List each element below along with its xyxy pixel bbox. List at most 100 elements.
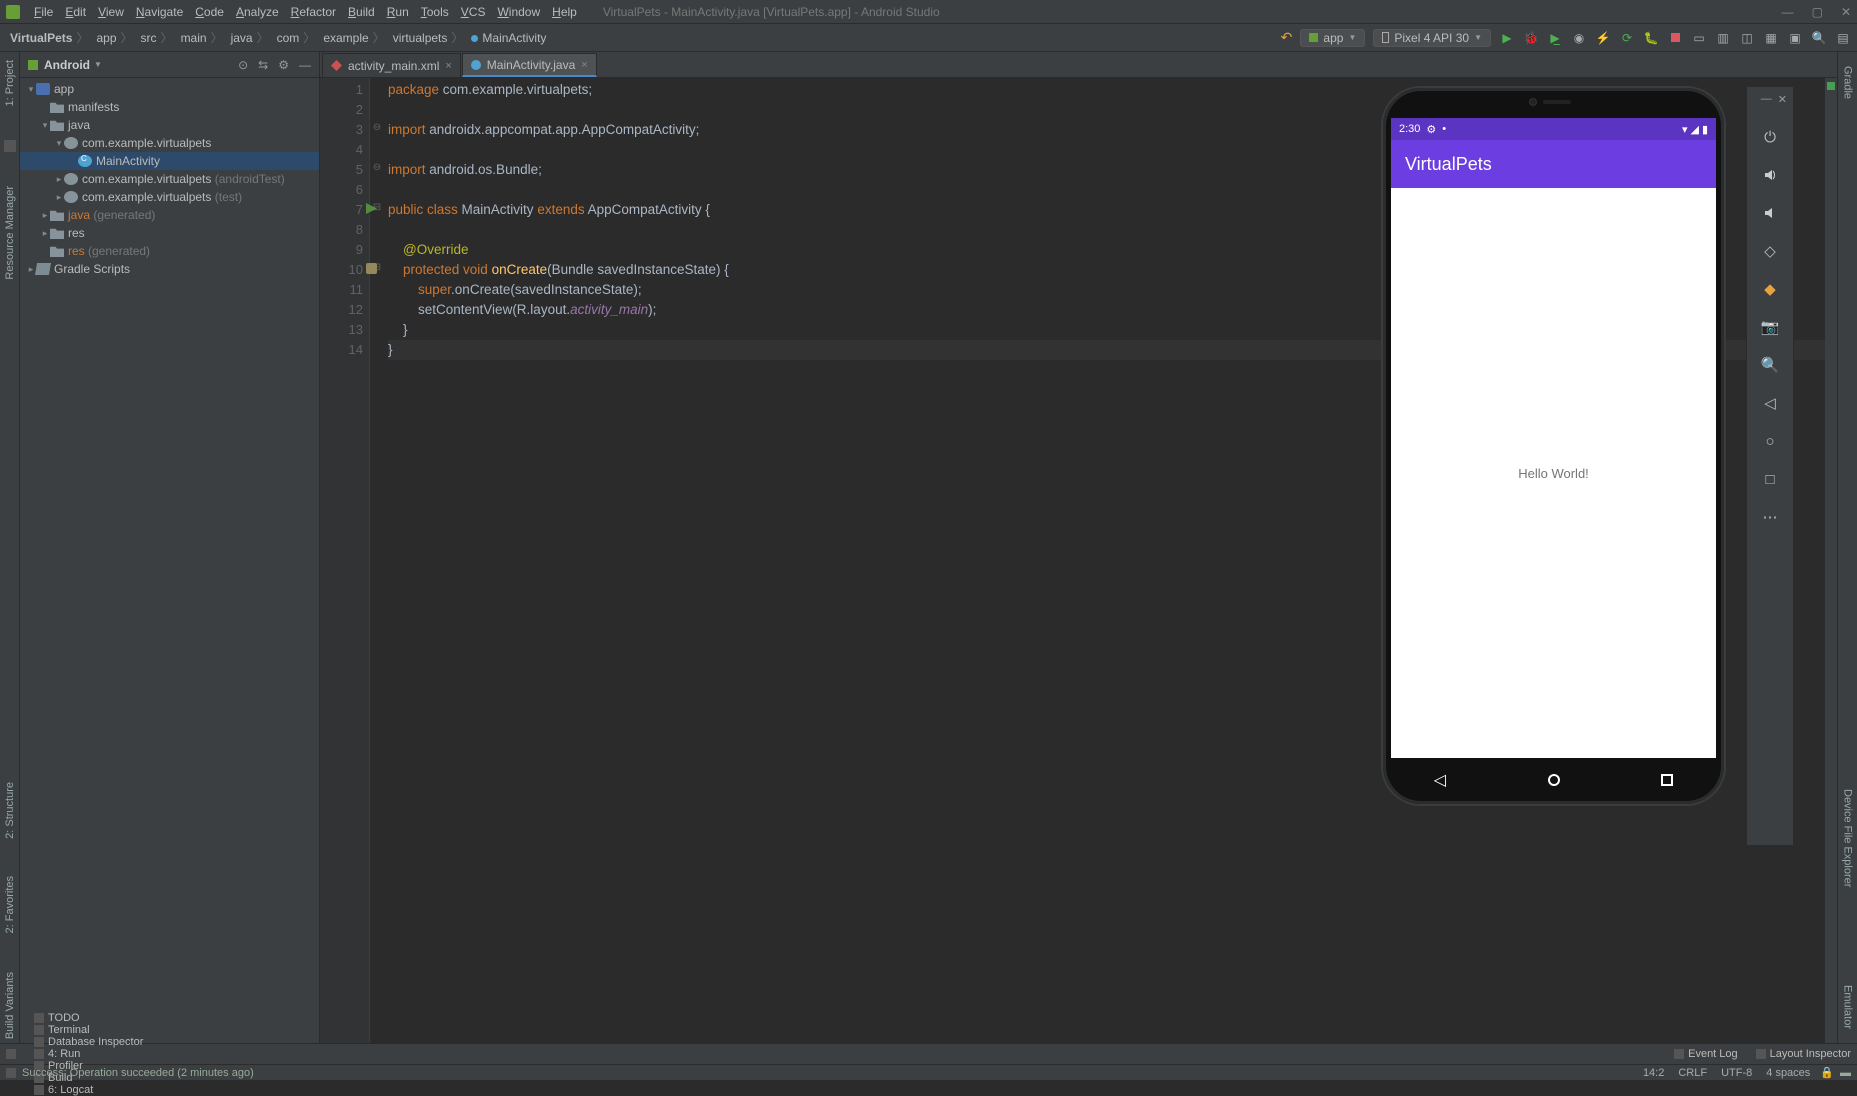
menu-navigate[interactable]: Navigate	[130, 5, 189, 19]
breadcrumb-example[interactable]: example	[319, 31, 388, 45]
tree-node-mainactivity[interactable]: MainActivity	[20, 152, 319, 170]
status-4-spaces[interactable]: 4 spaces	[1766, 1067, 1810, 1079]
tree-node-app[interactable]: app	[20, 80, 319, 98]
tree-node-java[interactable]: java (generated)	[20, 206, 319, 224]
tool-6--logcat[interactable]: 6: Logcat	[34, 1084, 143, 1096]
emulator-screen[interactable]: 2:30 ⚙ • ▾ ◢ ▮ VirtualPets Hello World!	[1391, 118, 1716, 758]
menu-view[interactable]: View	[92, 5, 130, 19]
run-button[interactable]: ▶	[1499, 30, 1515, 46]
resource-manager-tool-tab[interactable]: Resource Manager	[4, 182, 16, 284]
android-recents-button[interactable]	[1661, 774, 1673, 786]
breadcrumb-virtualpets[interactable]: VirtualPets	[6, 31, 93, 45]
settings-button[interactable]: ▤	[1835, 30, 1851, 46]
menu-file[interactable]: File	[28, 5, 59, 19]
avd-manager-button[interactable]: ▭	[1691, 30, 1707, 46]
maximize-icon[interactable]: ▢	[1812, 5, 1823, 19]
tool-4--run[interactable]: 4: Run	[34, 1048, 143, 1060]
close-icon[interactable]: ✕	[1841, 5, 1851, 19]
favorites-tab[interactable]: 2: Favorites	[4, 872, 16, 937]
tree-node-com-example-virtualpets[interactable]: com.example.virtualpets (androidTest)	[20, 170, 319, 188]
profiler-button[interactable]: ◉	[1571, 30, 1587, 46]
debug-button[interactable]: 🐞	[1523, 30, 1539, 46]
breadcrumb-app[interactable]: app	[93, 31, 137, 45]
status-14-2[interactable]: 14:2	[1643, 1067, 1664, 1079]
emulator-close-icon[interactable]: ✕	[1778, 93, 1787, 106]
menu-tools[interactable]: Tools	[415, 5, 455, 19]
tree-node-manifests[interactable]: manifests	[20, 98, 319, 116]
overview-icon[interactable]: □	[1759, 468, 1781, 490]
project-tree[interactable]: appmanifestsjavacom.example.virtualpetsM…	[20, 78, 319, 1043]
line-number-gutter[interactable]: 1234567891011121314	[320, 78, 370, 1043]
rotate-left-icon[interactable]: ◇	[1759, 240, 1781, 262]
run-config-selector[interactable]: app ▼	[1300, 29, 1365, 47]
close-tab-icon[interactable]: ×	[445, 60, 451, 72]
power-icon[interactable]: ⏻	[1759, 126, 1781, 148]
breadcrumb-com[interactable]: com	[273, 31, 320, 45]
tree-node-res[interactable]: res	[20, 224, 319, 242]
emulator-minimize-icon[interactable]: —	[1761, 93, 1772, 106]
status-crlf[interactable]: CRLF	[1678, 1067, 1707, 1079]
tree-node-res[interactable]: res (generated)	[20, 242, 319, 260]
minimize-icon[interactable]: —	[1782, 5, 1794, 19]
volume-down-icon[interactable]	[1759, 202, 1781, 224]
menu-edit[interactable]: Edit	[59, 5, 92, 19]
sdk-manager-button[interactable]: ▥	[1715, 30, 1731, 46]
structure-tab[interactable]: 2: Structure	[4, 778, 16, 843]
apply-changes-button[interactable]: ⚡	[1595, 30, 1611, 46]
tree-node-gradle scripts[interactable]: Gradle Scripts	[20, 260, 319, 278]
tree-node-java[interactable]: java	[20, 116, 319, 134]
tree-node-com-example-virtualpets[interactable]: com.example.virtualpets (test)	[20, 188, 319, 206]
menu-analyze[interactable]: Analyze	[230, 5, 285, 19]
android-back-button[interactable]: ◁	[1434, 770, 1446, 790]
volume-up-icon[interactable]	[1759, 164, 1781, 186]
resource-manager-button[interactable]: ◫	[1739, 30, 1755, 46]
zoom-icon[interactable]: 🔍	[1759, 354, 1781, 376]
editor-tab-activity_main-xml[interactable]: activity_main.xml×	[322, 53, 461, 77]
search-everywhere-button[interactable]: 🔍	[1811, 30, 1827, 46]
status-utf-8[interactable]: UTF-8	[1721, 1067, 1752, 1079]
breadcrumb-virtualpets[interactable]: virtualpets	[389, 31, 468, 45]
tool-terminal[interactable]: Terminal	[34, 1024, 143, 1036]
apply-code-button[interactable]: ⟳	[1619, 30, 1635, 46]
settings-gear-icon[interactable]: ⚙	[278, 58, 289, 72]
attach-debugger-button[interactable]: 🐛	[1643, 30, 1659, 46]
menu-help[interactable]: Help	[546, 5, 583, 19]
tree-node-com-example-virtualpets[interactable]: com.example.virtualpets	[20, 134, 319, 152]
menu-build[interactable]: Build	[342, 5, 381, 19]
tool-windows-icon[interactable]	[6, 1049, 16, 1059]
back-icon[interactable]: ◁	[1759, 392, 1781, 414]
lock-icon[interactable]: 🔒	[1820, 1066, 1834, 1079]
menu-vcs[interactable]: VCS	[455, 5, 492, 19]
build-variants-tab[interactable]: Build Variants	[4, 968, 16, 1043]
structure-tool-icon[interactable]	[4, 140, 16, 152]
memory-indicator-icon[interactable]: ▬	[1840, 1067, 1851, 1079]
project-tool-tab[interactable]: 1: Project	[4, 56, 16, 110]
emulator-tab[interactable]: Emulator	[1842, 981, 1854, 1033]
breadcrumb-src[interactable]: src	[137, 31, 177, 45]
breadcrumb-java[interactable]: java	[227, 31, 273, 45]
tool-layout-inspector[interactable]: Layout Inspector	[1756, 1048, 1851, 1060]
tool-database-inspector[interactable]: Database Inspector	[34, 1036, 143, 1048]
editor-tab-mainactivity-java[interactable]: MainActivity.java×	[462, 53, 597, 77]
coverage-button[interactable]: ▶̲	[1547, 30, 1563, 46]
home-icon[interactable]: ○	[1759, 430, 1781, 452]
menu-refactor[interactable]: Refactor	[285, 5, 342, 19]
more-icon[interactable]: ⋯	[1759, 506, 1781, 528]
menu-window[interactable]: Window	[491, 5, 546, 19]
tool-event-log[interactable]: Event Log	[1674, 1048, 1738, 1060]
breadcrumb-main[interactable]: main	[177, 31, 227, 45]
breadcrumb-mainactivity[interactable]: MainActivity	[467, 31, 554, 45]
device-selector[interactable]: Pixel 4 API 30 ▼	[1373, 29, 1491, 47]
gradle-tool-tab[interactable]: Gradle	[1842, 62, 1854, 103]
project-view-selector[interactable]: Android	[44, 58, 90, 72]
hide-icon[interactable]: —	[299, 58, 311, 72]
close-tab-icon[interactable]: ×	[581, 59, 587, 71]
error-stripe[interactable]	[1825, 78, 1837, 1043]
device-file-explorer-tab[interactable]: Device File Explorer	[1842, 785, 1854, 891]
fold-column[interactable]: ⊖⊖⊟⊟	[370, 78, 384, 1043]
device-manager-button[interactable]: ▣	[1787, 30, 1803, 46]
stop-button[interactable]	[1667, 30, 1683, 46]
rotate-right-icon[interactable]: ◆	[1759, 278, 1781, 300]
tool-todo[interactable]: TODO	[34, 1012, 143, 1024]
screenshot-icon[interactable]: 📷	[1759, 316, 1781, 338]
